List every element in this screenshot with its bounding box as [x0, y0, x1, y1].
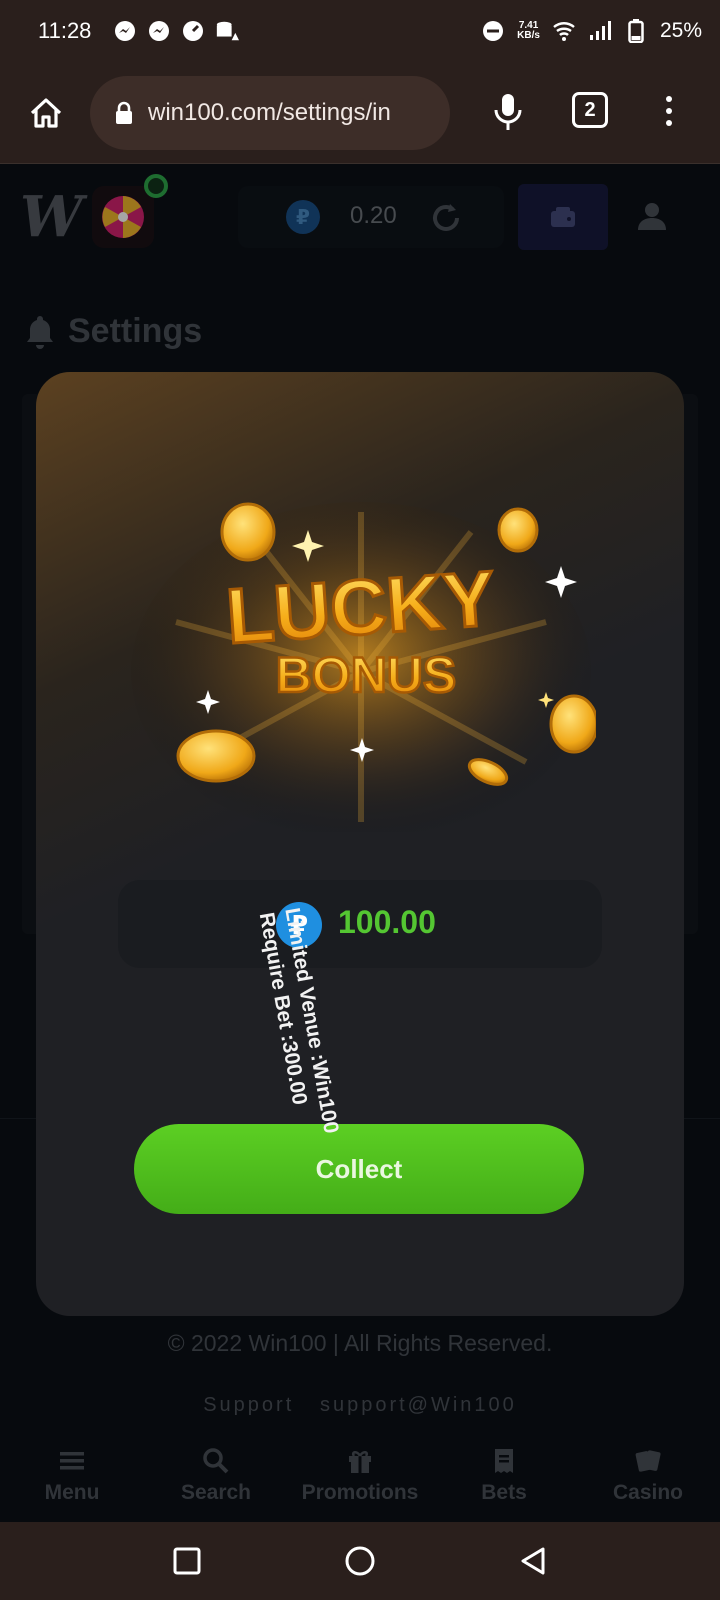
wifi-icon	[552, 19, 576, 43]
speedometer-icon	[181, 19, 205, 43]
url-text: win100.com/settings/in	[148, 99, 391, 126]
battery-icon	[624, 19, 648, 43]
bonus-amount: 100.00	[338, 904, 436, 940]
browser-menu-button[interactable]	[654, 86, 684, 136]
net-speed-unit: KB/s	[517, 30, 540, 41]
address-bar[interactable]: win100.com/settings/in	[90, 76, 450, 150]
home-icon	[30, 97, 62, 128]
network-speed: 7.41 KB/s	[517, 21, 540, 41]
tab-switcher-button[interactable]: 2	[572, 92, 608, 128]
home-button[interactable]	[16, 83, 76, 143]
signal-icon	[588, 19, 612, 43]
storage-warning-icon	[215, 19, 240, 43]
lucky-bonus-illustration: LUCKY BONUS	[131, 502, 596, 832]
system-navigation	[0, 1522, 720, 1600]
voice-search-button[interactable]	[480, 84, 536, 140]
recents-button[interactable]	[167, 1541, 207, 1581]
messenger-icon	[113, 19, 137, 43]
circle-icon	[345, 1546, 375, 1576]
browser-toolbar: win100.com/settings/in 2	[0, 62, 720, 164]
back-button[interactable]	[513, 1541, 553, 1581]
do-not-disturb-icon	[481, 19, 505, 43]
hero-title-line2: BONUS	[276, 647, 457, 703]
collect-label: Collect	[315, 1153, 403, 1184]
messenger-icon	[147, 19, 171, 43]
square-icon	[173, 1547, 201, 1575]
hero-title-line1: LUCKY	[224, 554, 498, 661]
collect-button[interactable]: Collect	[134, 1124, 584, 1214]
lock-icon	[116, 101, 132, 124]
battery-percent: 25%	[659, 19, 702, 42]
microphone-icon	[494, 94, 522, 130]
triangle-back-icon	[521, 1547, 545, 1575]
home-nav-button[interactable]	[340, 1541, 380, 1581]
status-bar: 11:28 7.41 KB/s 25%	[0, 0, 720, 62]
clock: 11:28	[38, 18, 92, 43]
lucky-bonus-modal: LUCKY BONUS ₽ 100.00 Collect Limited Ven…	[36, 372, 684, 1316]
